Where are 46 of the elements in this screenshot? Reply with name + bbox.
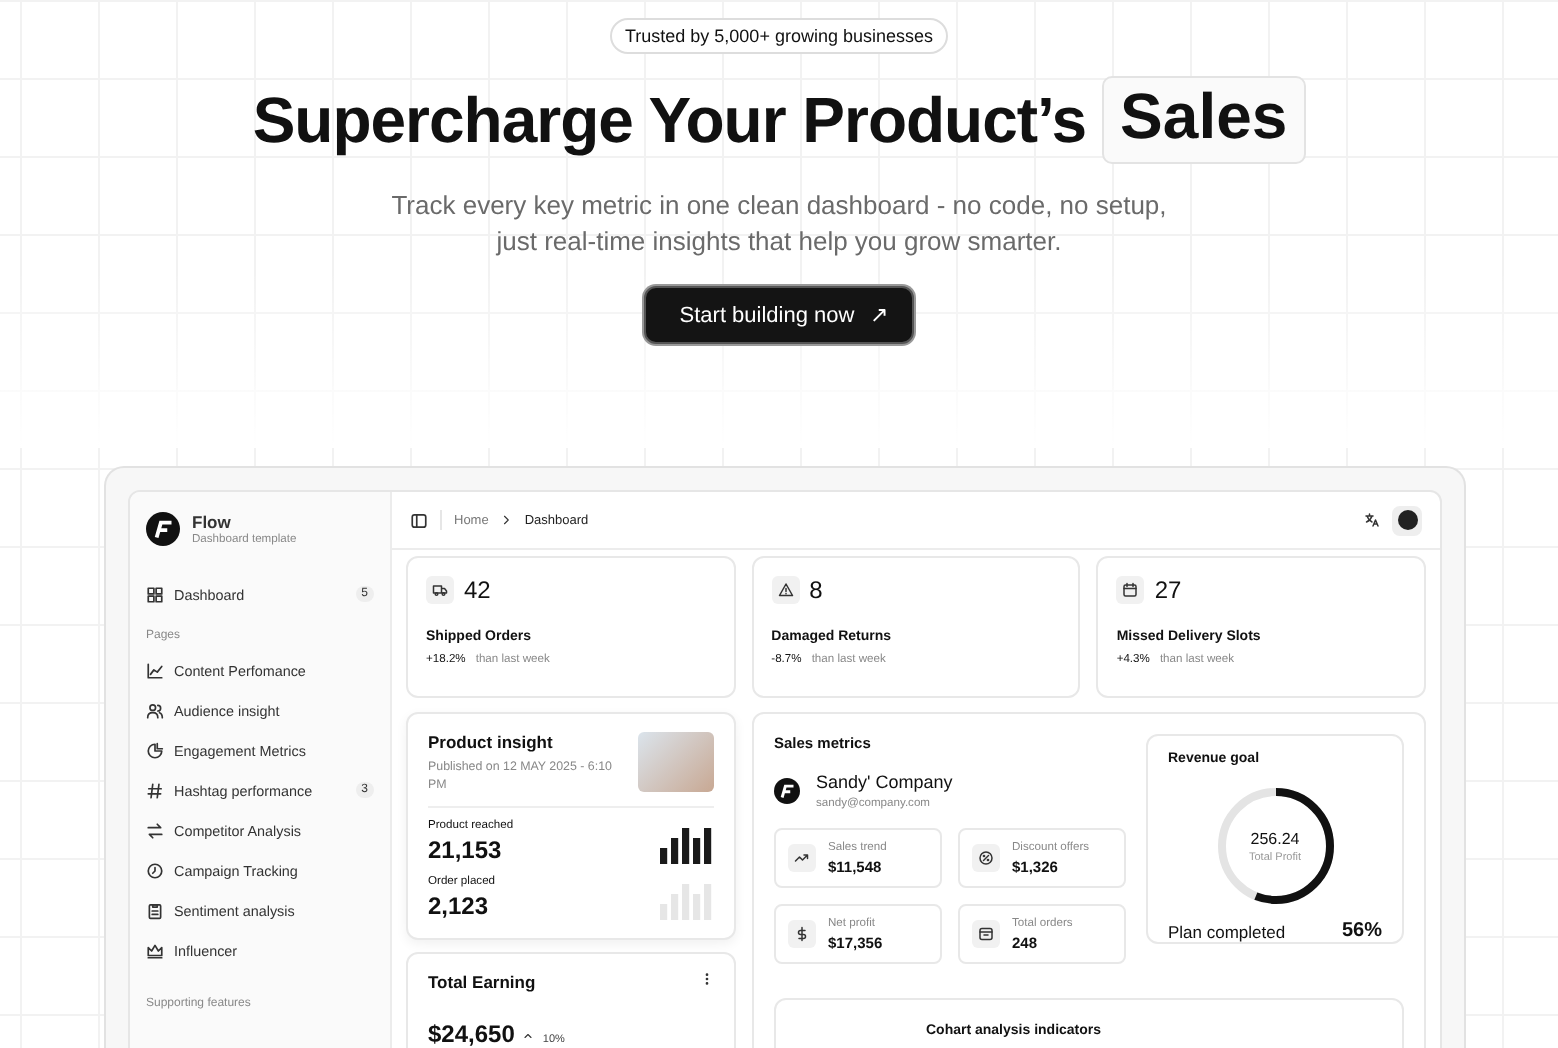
highlight-word: Sales — [1102, 76, 1306, 164]
earning-value: $24,650 — [428, 1020, 515, 1048]
hero-subtitle: Track every key metric in one clean dashboard - no code, no setup, — [391, 188, 1167, 224]
card-title: Product insight — [428, 732, 555, 752]
stat-value: 27 — [1154, 576, 1182, 604]
goal-value: 256.24 — [1250, 829, 1300, 847]
clock-icon — [146, 861, 164, 879]
chevron-right-icon — [500, 514, 513, 526]
sidebar-toggle-icon — [410, 511, 428, 529]
trend-up-icon — [794, 850, 810, 866]
stat-value: 42 — [464, 576, 491, 604]
crown-icon — [146, 941, 164, 959]
metric-value: 21,153 — [428, 836, 504, 864]
caret-up-icon — [522, 1030, 535, 1042]
brand-name: Flow — [192, 512, 233, 532]
clipboard-icon — [146, 901, 164, 919]
line-chart-icon — [146, 661, 164, 679]
users-icon — [146, 701, 164, 719]
user-avatar[interactable] — [1392, 505, 1422, 535]
company-name: Sandy' Company — [816, 772, 953, 792]
hashtag-icon — [146, 781, 164, 799]
photo-placeholder — [638, 732, 714, 792]
stat-value: 8 — [809, 576, 823, 604]
bar-chart-drawing — [660, 824, 714, 864]
hero-subtitle: just real-time insights that help you grow smarter. — [494, 224, 1064, 260]
warning-icon — [777, 582, 794, 598]
start-building-button[interactable]: Start building now ↗ — [643, 286, 915, 344]
calendar-icon — [1122, 582, 1139, 598]
company-logo-icon — [774, 778, 800, 804]
plan-label: Plan completed — [1168, 921, 1286, 941]
bar-chart-drawing — [660, 880, 714, 920]
dollar-icon — [794, 926, 810, 942]
badge-percent-icon — [978, 850, 994, 866]
plan-percent: 56% — [1341, 920, 1382, 942]
metric-value: 2,123 — [428, 892, 491, 920]
card-title: Total Earning — [428, 972, 536, 992]
truck-icon — [432, 582, 448, 598]
trust-badge: Trusted by 5,000+ growing businesses — [610, 18, 947, 54]
box-icon — [978, 926, 994, 942]
pie-chart-icon — [146, 741, 164, 759]
more-vertical-icon — [700, 972, 714, 986]
logo-icon — [146, 512, 180, 546]
grid-icon — [146, 585, 164, 603]
swap-arrows-icon — [146, 821, 164, 839]
hero-title: Supercharge Your Product’s — [252, 83, 1087, 157]
translate-icon — [1364, 512, 1380, 528]
